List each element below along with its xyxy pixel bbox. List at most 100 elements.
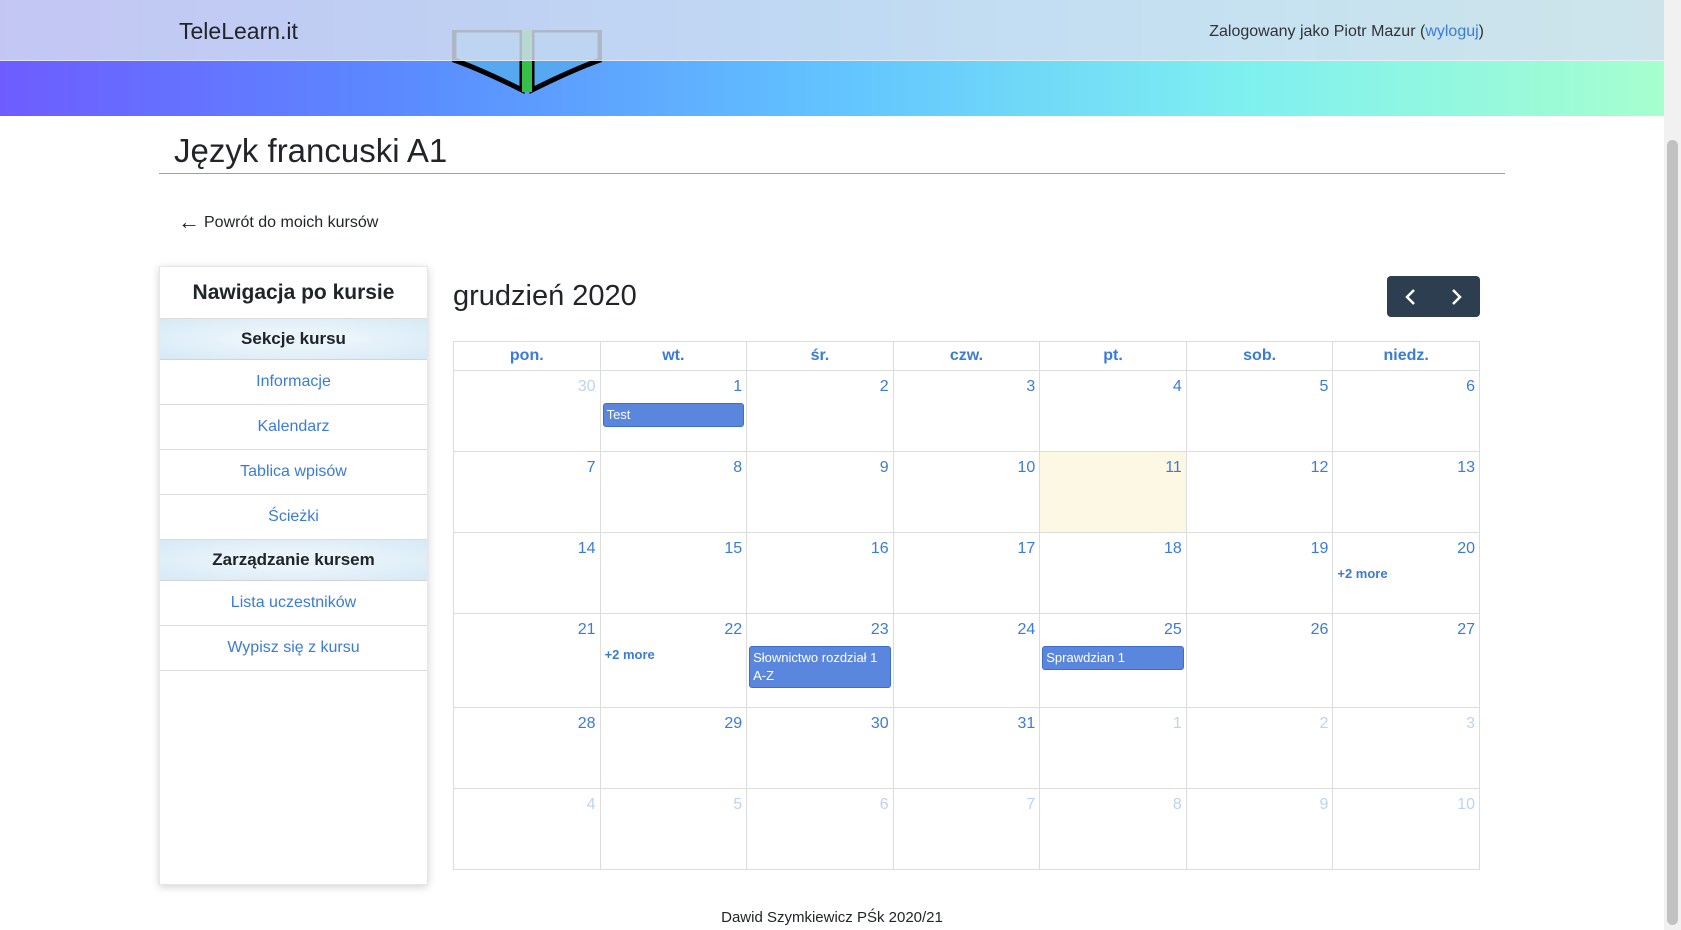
- day-number[interactable]: 14: [454, 533, 600, 559]
- calendar-day-cell[interactable]: 20 +2 more: [1332, 532, 1480, 614]
- day-number[interactable]: 18: [1040, 533, 1186, 559]
- calendar-day-cell[interactable]: 4: [1039, 370, 1187, 452]
- day-number[interactable]: 10: [894, 452, 1040, 478]
- day-number[interactable]: 12: [1187, 452, 1333, 478]
- day-number[interactable]: 22: [601, 614, 747, 640]
- calendar-day-cell[interactable]: 21: [453, 613, 601, 708]
- day-number[interactable]: 11: [1040, 452, 1186, 478]
- calendar-day-cell[interactable]: 7: [892, 788, 1041, 870]
- logout-link[interactable]: wyloguj: [1425, 23, 1478, 40]
- calendar-day-cell[interactable]: 2: [746, 370, 894, 452]
- day-number[interactable]: 8: [1040, 789, 1186, 815]
- calendar-day-cell[interactable]: 23 Słownictwo rozdział 1 A-Z: [746, 613, 894, 708]
- day-number[interactable]: 31: [894, 708, 1040, 734]
- day-number[interactable]: 1: [601, 371, 747, 397]
- sidebar-item-informacje[interactable]: Informacje: [160, 360, 427, 405]
- day-number[interactable]: 23: [747, 614, 893, 640]
- day-number[interactable]: 21: [454, 614, 600, 640]
- day-number[interactable]: 16: [747, 533, 893, 559]
- day-number[interactable]: 5: [1187, 371, 1333, 397]
- day-number[interactable]: 19: [1187, 533, 1333, 559]
- day-number[interactable]: 29: [601, 708, 747, 734]
- calendar-day-cell[interactable]: 8: [1039, 788, 1187, 870]
- day-number[interactable]: 2: [1187, 708, 1333, 734]
- day-number[interactable]: 30: [747, 708, 893, 734]
- calendar-event[interactable]: Słownictwo rozdział 1 A-Z: [749, 646, 891, 688]
- day-number[interactable]: 25: [1040, 614, 1186, 640]
- day-number[interactable]: 24: [894, 614, 1040, 640]
- calendar-day-cell[interactable]: 5: [599, 788, 748, 870]
- calendar-day-cell[interactable]: 26: [1185, 613, 1334, 708]
- day-number[interactable]: 9: [747, 452, 893, 478]
- day-number[interactable]: 1: [1040, 708, 1186, 734]
- scrollbar-thumb[interactable]: [1667, 140, 1678, 925]
- day-number[interactable]: 10: [1333, 789, 1479, 815]
- calendar-day-cell[interactable]: 30: [453, 370, 601, 452]
- day-number[interactable]: 13: [1333, 452, 1479, 478]
- day-number[interactable]: 6: [1333, 371, 1479, 397]
- calendar-day-cell[interactable]: 28: [453, 707, 601, 789]
- calendar-day-cell[interactable]: 31: [892, 707, 1041, 789]
- calendar-day-cell[interactable]: 2: [1185, 707, 1334, 789]
- day-number[interactable]: 5: [601, 789, 747, 815]
- calendar-day-cell[interactable]: 7: [453, 451, 601, 533]
- day-number[interactable]: 6: [747, 789, 893, 815]
- calendar-day-cell[interactable]: 29: [599, 707, 748, 789]
- day-number[interactable]: 8: [601, 452, 747, 478]
- day-number[interactable]: 30: [454, 371, 600, 397]
- day-number[interactable]: 4: [454, 789, 600, 815]
- calendar-day-cell[interactable]: 3: [892, 370, 1041, 452]
- calendar-day-cell[interactable]: 1 Test: [599, 370, 748, 452]
- calendar-day-cell[interactable]: 5: [1185, 370, 1334, 452]
- calendar-day-cell[interactable]: 14: [453, 532, 601, 614]
- calendar-day-cell[interactable]: 27: [1332, 613, 1480, 708]
- sidebar-item-kalendarz[interactable]: Kalendarz: [160, 405, 427, 450]
- calendar-event[interactable]: Sprawdzian 1: [1042, 646, 1184, 670]
- calendar-day-cell[interactable]: 22 +2 more: [599, 613, 748, 708]
- calendar-day-cell[interactable]: 6: [746, 788, 894, 870]
- day-number[interactable]: 7: [894, 789, 1040, 815]
- sidebar-item-wypisz-sie[interactable]: Wypisz się z kursu: [160, 626, 427, 671]
- calendar-day-cell[interactable]: 4: [453, 788, 601, 870]
- calendar-day-cell[interactable]: 17: [892, 532, 1041, 614]
- brand-logo-text[interactable]: TeleLearn.it: [179, 18, 298, 45]
- sidebar-item-sciezki[interactable]: Ścieżki: [160, 495, 427, 540]
- day-number[interactable]: 9: [1187, 789, 1333, 815]
- more-events-link[interactable]: +2 more: [605, 647, 747, 662]
- day-number[interactable]: 17: [894, 533, 1040, 559]
- calendar-day-cell[interactable]: 9: [1185, 788, 1334, 870]
- sidebar-item-lista-uczestnikow[interactable]: Lista uczestników: [160, 581, 427, 626]
- calendar-day-cell[interactable]: 18: [1039, 532, 1187, 614]
- calendar-day-cell[interactable]: 15: [599, 532, 748, 614]
- calendar-day-cell[interactable]: 16: [746, 532, 894, 614]
- day-number[interactable]: 7: [454, 452, 600, 478]
- calendar-day-cell[interactable]: 9: [746, 451, 894, 533]
- day-number[interactable]: 28: [454, 708, 600, 734]
- day-number[interactable]: 4: [1040, 371, 1186, 397]
- back-to-courses-link[interactable]: ← Powrót do moich kursów: [178, 210, 378, 232]
- next-month-button[interactable]: [1434, 276, 1481, 317]
- calendar-day-cell[interactable]: 24: [892, 613, 1041, 708]
- calendar-day-cell[interactable]: 6: [1332, 370, 1480, 452]
- more-events-link[interactable]: +2 more: [1337, 566, 1479, 581]
- day-number[interactable]: 26: [1187, 614, 1333, 640]
- calendar-day-cell[interactable]: 1: [1039, 707, 1187, 789]
- page-scrollbar[interactable]: [1664, 0, 1681, 930]
- sidebar-item-tablica-wpisow[interactable]: Tablica wpisów: [160, 450, 427, 495]
- calendar-day-cell[interactable]: 19: [1185, 532, 1334, 614]
- calendar-day-cell[interactable]: 25 Sprawdzian 1: [1039, 613, 1187, 708]
- day-number[interactable]: 3: [1333, 708, 1479, 734]
- calendar-day-cell[interactable]: 8: [599, 451, 748, 533]
- day-number[interactable]: 3: [894, 371, 1040, 397]
- calendar-event[interactable]: Test: [602, 403, 745, 427]
- calendar-day-cell[interactable]: 30: [746, 707, 894, 789]
- calendar-day-cell[interactable]: 10: [1332, 788, 1480, 870]
- calendar-day-cell[interactable]: 11: [1039, 451, 1187, 533]
- prev-month-button[interactable]: [1387, 276, 1434, 317]
- calendar-day-cell[interactable]: 12: [1185, 451, 1334, 533]
- calendar-day-cell[interactable]: 3: [1332, 707, 1480, 789]
- day-number[interactable]: 27: [1333, 614, 1479, 640]
- calendar-day-cell[interactable]: 10: [892, 451, 1041, 533]
- day-number[interactable]: 20: [1333, 533, 1479, 559]
- day-number[interactable]: 15: [601, 533, 747, 559]
